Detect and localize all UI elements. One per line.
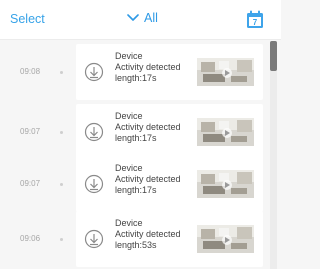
video-thumbnail[interactable]: [197, 58, 254, 86]
download-icon[interactable]: [84, 62, 104, 82]
event-list[interactable]: 09:08 Device Activity detected length:17…: [0, 41, 269, 269]
event-device: Device: [115, 163, 143, 173]
timeline-dot: [60, 183, 63, 186]
timeline-dot: [60, 71, 63, 74]
event-card[interactable]: Device Activity detected length:53s: [76, 211, 263, 267]
event-length: length:53s: [115, 240, 157, 250]
download-icon[interactable]: [84, 174, 104, 194]
scrollbar[interactable]: [270, 41, 277, 269]
list-item: 09:06 Device Activity detected length:53…: [0, 211, 269, 267]
event-time: 09:07: [20, 179, 41, 188]
download-icon[interactable]: [84, 122, 104, 142]
event-length: length:17s: [115, 133, 157, 143]
event-time: 09:07: [20, 127, 41, 136]
filter-dropdown[interactable]: All: [126, 11, 158, 25]
event-text: Device Activity detected length:17s: [115, 51, 181, 84]
top-bar: Select All 7: [0, 0, 281, 40]
event-device: Device: [115, 51, 143, 61]
svg-text:7: 7: [253, 18, 258, 27]
scrollbar-thumb[interactable]: [270, 41, 277, 71]
video-thumbnail[interactable]: [197, 118, 254, 146]
event-card[interactable]: Device Activity detected length:17s: [76, 156, 263, 212]
list-item: 09:07 Device Activity detected length:17…: [0, 104, 269, 160]
event-list-screen: Select All 7 09:08 Device Activity detec…: [0, 0, 281, 269]
timeline-dot: [60, 238, 63, 241]
list-item: 09:07 Device Activity detected length:17…: [0, 156, 269, 212]
download-icon[interactable]: [84, 229, 104, 249]
event-length: length:17s: [115, 73, 157, 83]
timeline-dot: [60, 131, 63, 134]
event-card[interactable]: Device Activity detected length:17s: [76, 104, 263, 160]
event-text: Device Activity detected length:53s: [115, 218, 181, 251]
event-activity: Activity detected: [115, 62, 181, 72]
list-item: 09:08 Device Activity detected length:17…: [0, 44, 269, 100]
event-text: Device Activity detected length:17s: [115, 163, 181, 196]
event-length: length:17s: [115, 185, 157, 195]
video-thumbnail[interactable]: [197, 170, 254, 198]
event-device: Device: [115, 218, 143, 228]
event-time: 09:08: [20, 67, 41, 76]
select-button[interactable]: Select: [10, 12, 45, 26]
event-card[interactable]: Device Activity detected length:17s: [76, 44, 263, 100]
event-time: 09:06: [20, 234, 41, 243]
event-device: Device: [115, 111, 143, 121]
chevron-down-icon: [127, 14, 139, 21]
video-thumbnail[interactable]: [197, 225, 254, 253]
event-text: Device Activity detected length:17s: [115, 111, 181, 144]
event-activity: Activity detected: [115, 122, 181, 132]
event-activity: Activity detected: [115, 229, 181, 239]
calendar-icon[interactable]: 7: [246, 10, 264, 29]
filter-label: All: [144, 11, 158, 25]
event-activity: Activity detected: [115, 174, 181, 184]
